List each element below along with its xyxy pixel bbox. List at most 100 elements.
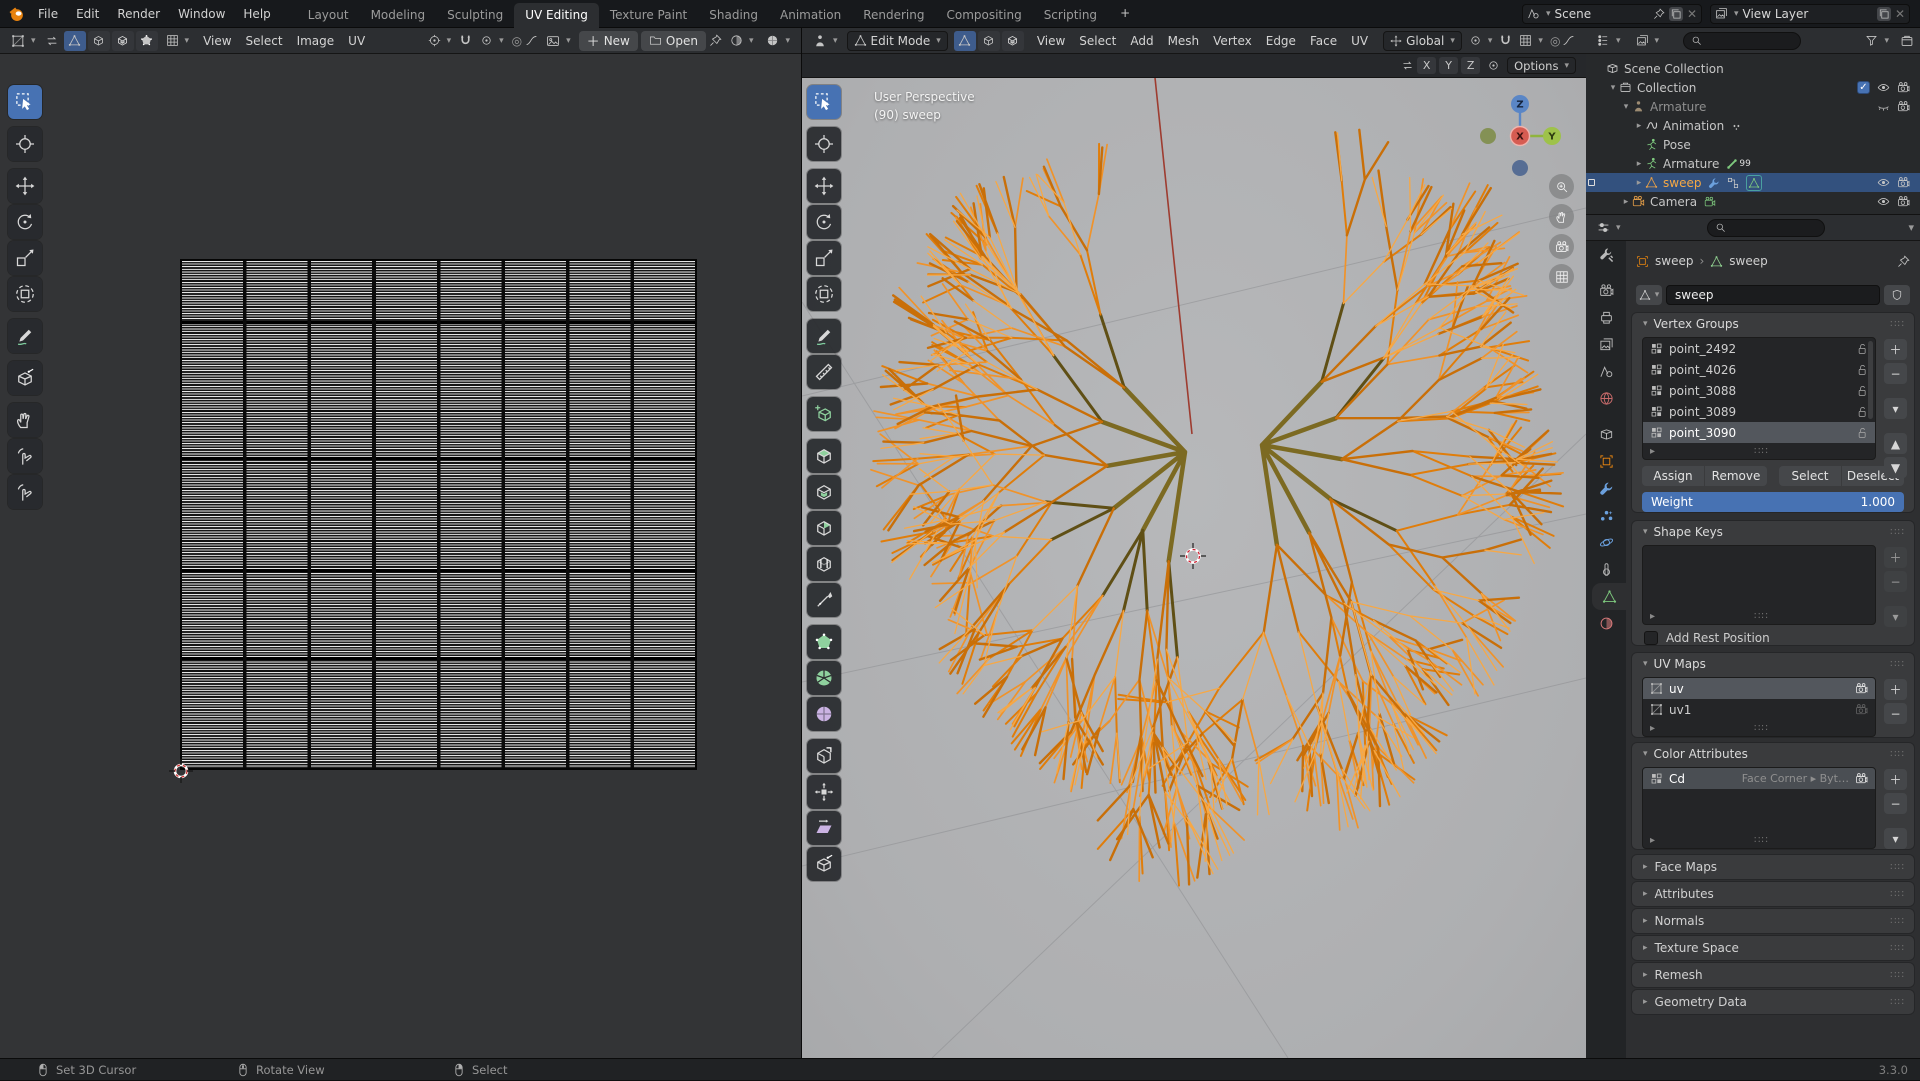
- panel-drag-grip[interactable]: ∷∷: [1890, 889, 1905, 900]
- vertex-group-row[interactable]: point_2492: [1643, 338, 1875, 359]
- eye[interactable]: [1877, 81, 1890, 94]
- viewport-select-mode-0[interactable]: [954, 31, 976, 51]
- camera[interactable]: [1897, 176, 1910, 189]
- falloff-curve-icon[interactable]: [1562, 34, 1575, 47]
- workspace-tab-layout[interactable]: Layout: [297, 3, 360, 28]
- properties-tab-constraints[interactable]: [1586, 556, 1626, 583]
- section-normals[interactable]: ▸Normals∷∷: [1632, 909, 1914, 933]
- navigation-gizmo[interactable]: Z Y X: [1470, 84, 1570, 184]
- properties-tab-scene[interactable]: [1586, 358, 1626, 385]
- uv-editor-type-dropdown[interactable]: ▾: [6, 32, 41, 50]
- mirror-y-toggle[interactable]: Y: [1439, 57, 1458, 74]
- properties-tab-output[interactable]: [1586, 304, 1626, 331]
- outliner-row-camera[interactable]: ▸Camera: [1586, 192, 1920, 211]
- viewport-select-mode-1[interactable]: [978, 31, 1000, 51]
- panel-drag-grip[interactable]: ∷∷: [1890, 916, 1905, 927]
- vp-tool-transform[interactable]: [807, 277, 841, 311]
- expander-open[interactable]: ▾: [1607, 83, 1619, 93]
- properties-tab-world[interactable]: [1586, 385, 1626, 412]
- eye[interactable]: [1877, 195, 1890, 208]
- uv-map-row[interactable]: uv1: [1643, 699, 1875, 720]
- properties-tab-physics[interactable]: [1586, 529, 1626, 556]
- camera-render-on-icon[interactable]: [1855, 682, 1868, 695]
- uv-tool-rip-region[interactable]: [8, 361, 42, 395]
- specials-expander[interactable]: ▸: [1650, 446, 1655, 457]
- vp-tool-measure[interactable]: [807, 355, 841, 389]
- snap-magnet-icon[interactable]: [459, 34, 472, 47]
- eye-closed[interactable]: [1877, 100, 1890, 113]
- open-image-button[interactable]: Open: [641, 31, 706, 51]
- properties-tab-collection-props[interactable]: [1586, 421, 1626, 448]
- specials-menu-icon[interactable]: ▾: [1884, 398, 1907, 419]
- properties-tab-render[interactable]: [1586, 277, 1626, 304]
- camera-view-icon[interactable]: [1549, 234, 1574, 259]
- snap-face-nearest-icon[interactable]: [1487, 59, 1500, 72]
- outliner-search-input[interactable]: [1683, 32, 1801, 50]
- list-resize-grip[interactable]: ∷∷: [1754, 723, 1769, 734]
- close-icon[interactable]: ✕: [1687, 7, 1697, 21]
- vp-tool-annotate[interactable]: [807, 319, 841, 353]
- section-attributes[interactable]: ▸Attributes∷∷: [1632, 882, 1914, 906]
- outliner-row-scene-collection[interactable]: Scene Collection: [1586, 59, 1920, 78]
- vertex-groups-panel-header[interactable]: ▾Vertex Groups∷∷: [1632, 313, 1914, 335]
- proportional-edit-icon[interactable]: ◎: [512, 34, 522, 48]
- uv-tool-relax[interactable]: [8, 439, 42, 473]
- outliner-display-dropdown[interactable]: ▾: [1592, 32, 1626, 49]
- expander-closed[interactable]: ▸: [1633, 121, 1645, 131]
- uv-select-mode-3[interactable]: [136, 31, 158, 51]
- color-attribute-row[interactable]: CdFace Corner ▸ Byt…: [1643, 768, 1875, 789]
- section-geometry-data[interactable]: ▸Geometry Data∷∷: [1632, 990, 1914, 1014]
- falloff-curve-icon[interactable]: [525, 34, 538, 47]
- viewport-menu-uv[interactable]: UV: [1344, 32, 1375, 50]
- ortho-grid-icon[interactable]: [1549, 264, 1574, 289]
- outliner-row-animation[interactable]: ▸Animation: [1586, 116, 1920, 135]
- breadcrumb-data[interactable]: sweep: [1729, 254, 1767, 268]
- viewport-select-mode-2[interactable]: [1002, 31, 1024, 51]
- viewport-menu-vertex[interactable]: Vertex: [1206, 32, 1259, 50]
- section-texture-space[interactable]: ▸Texture Space∷∷: [1632, 936, 1914, 960]
- pin-icon[interactable]: [1653, 8, 1665, 20]
- vp-tool-shrink-fatten[interactable]: [807, 775, 841, 809]
- remove-icon[interactable]: −: [1884, 571, 1907, 592]
- color-attributes-panel-header[interactable]: ▾Color Attributes∷∷: [1632, 743, 1914, 765]
- pin-icon[interactable]: [1897, 255, 1910, 268]
- properties-tab-tool[interactable]: [1586, 241, 1626, 268]
- proportional-edit-icon[interactable]: ◎: [1550, 34, 1560, 48]
- uv-select-mode-1[interactable]: [88, 31, 110, 51]
- panel-drag-grip[interactable]: ∷∷: [1890, 997, 1905, 1008]
- panel-drag-grip[interactable]: ∷∷: [1890, 970, 1905, 981]
- move-up-icon[interactable]: ▲: [1884, 433, 1907, 454]
- workspace-tab-texture-paint[interactable]: Texture Paint: [599, 3, 698, 28]
- panel-drag-grip[interactable]: ∷∷: [1890, 862, 1905, 873]
- workspace-tab-scripting[interactable]: Scripting: [1033, 3, 1108, 28]
- copy-icon[interactable]: [1669, 7, 1683, 21]
- uv-select-mode-2[interactable]: [112, 31, 134, 51]
- expander-closed[interactable]: ▸: [1633, 159, 1645, 169]
- menu-edit[interactable]: Edit: [67, 3, 108, 25]
- snap-target-dropdown[interactable]: ▾: [1464, 32, 1498, 49]
- viewport-menu-view[interactable]: View: [1030, 32, 1072, 50]
- properties-tab-material[interactable]: [1586, 610, 1626, 637]
- workspace-tab-compositing[interactable]: Compositing: [935, 3, 1032, 28]
- expander-open[interactable]: ▾: [1620, 102, 1632, 112]
- viewport-menu-add[interactable]: Add: [1123, 32, 1160, 50]
- uv-tool-pinch[interactable]: [8, 475, 42, 509]
- transform-orientation-dropdown[interactable]: Global ▾: [1383, 31, 1462, 51]
- workspace-tab-animation[interactable]: Animation: [769, 3, 852, 28]
- viewport-menu-face[interactable]: Face: [1303, 32, 1344, 50]
- shape-keys-panel-header[interactable]: ▾Shape Keys∷∷: [1632, 521, 1914, 543]
- select-button[interactable]: Select: [1779, 466, 1841, 486]
- workspace-tab-modeling[interactable]: Modeling: [360, 3, 437, 28]
- new-collection-icon[interactable]: [1900, 34, 1914, 48]
- uv-menu-image[interactable]: Image: [290, 32, 342, 50]
- vp-tool-scale[interactable]: [807, 241, 841, 275]
- specials-expander[interactable]: ▸: [1650, 723, 1655, 734]
- bronchial-tree-mesh[interactable]: [871, 130, 1563, 886]
- lock-open-icon[interactable]: [1856, 427, 1868, 439]
- move-down-icon[interactable]: ▼: [1884, 457, 1907, 478]
- uv-select-mode-0[interactable]: [64, 31, 86, 51]
- specials-expander[interactable]: ▸: [1650, 611, 1655, 622]
- uv-2d-cursor[interactable]: [168, 758, 194, 784]
- vertex-group-row[interactable]: point_3088: [1643, 380, 1875, 401]
- vp-tool-select-box[interactable]: [807, 85, 841, 119]
